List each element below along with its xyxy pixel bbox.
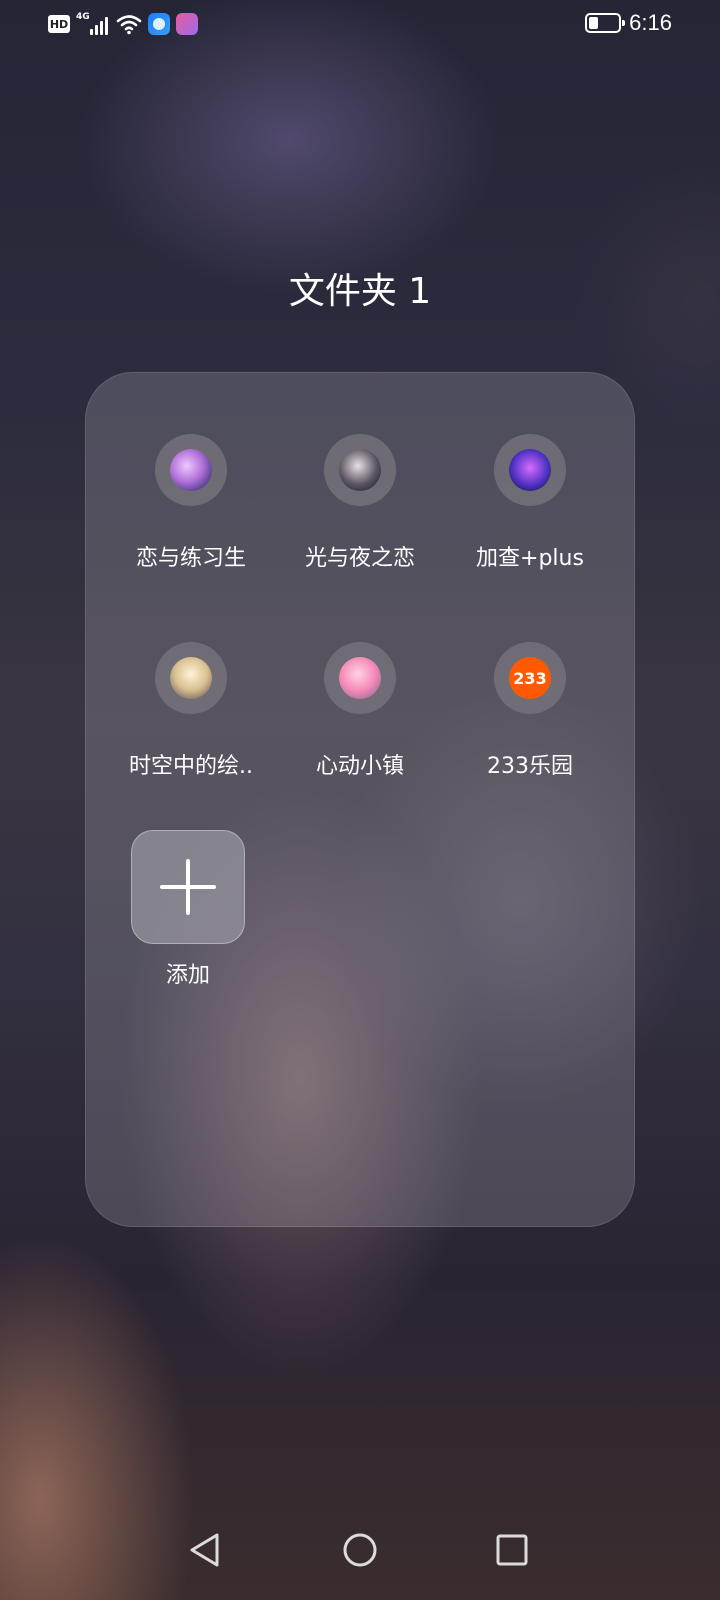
app-label: 时空中的绘.. [129,754,253,779]
app-label: 233乐园 [487,754,573,779]
recents-button[interactable] [482,1520,542,1580]
status-icons-left: HD 4G [48,12,198,36]
folder-title[interactable]: 文件夹 1 [0,262,720,314]
back-icon [190,1533,219,1567]
game-app-icon [176,13,198,35]
avatar-anime-icon [170,657,212,699]
app-icon-bg [155,642,227,714]
avatar-anime-icon [339,449,381,491]
wifi-icon [116,15,142,35]
app-gacha-plus[interactable]: 加查+plus [445,434,615,572]
home-icon [343,1533,377,1567]
navigation-bar [0,1520,720,1600]
avatar-anime-icon [339,657,381,699]
app-label: 光与夜之恋 [304,546,415,571]
app-guang-yu-ye-zhi-lian[interactable]: 光与夜之恋 [275,434,445,572]
app-icon-bg [155,434,227,506]
add-app-label: 添加 [165,963,210,988]
app-icon-bg [494,434,566,506]
app-label: 加查+plus [476,546,584,571]
status-icons-right: 6:16 [585,10,672,36]
app-icon-bg [324,642,396,714]
app-shi-kong-zhong-de-hui[interactable]: 时空中的绘.. [106,642,276,780]
clock: 6:16 [629,10,672,35]
add-app-button[interactable] [131,830,245,944]
battery-icon [585,13,626,33]
app-icon-bg: 233 [494,642,566,714]
app-label: 心动小镇 [315,754,404,779]
avatar-anime-icon [170,449,212,491]
recents-icon [496,1534,528,1566]
app-lian-yu-lian-xi-sheng[interactable]: 恋与练习生 [106,434,276,572]
network-type: 4G [76,12,90,22]
app-xin-dong-xiao-zhen[interactable]: 心动小镇 [275,642,445,780]
signal-icon: 4G [76,13,110,35]
hd-icon: HD [48,15,70,33]
browser-app-icon [148,13,170,35]
233-icon: 233 [509,657,551,699]
app-233-le-yuan[interactable]: 233 233乐园 [445,642,615,780]
plus-icon [160,859,216,915]
home-button[interactable] [330,1520,390,1580]
gacha-plus-icon [509,449,551,491]
app-icon-bg [324,434,396,506]
app-label: 恋与练习生 [135,546,246,571]
back-button[interactable] [175,1520,235,1580]
status-bar: HD 4G 6:16 [0,0,720,48]
